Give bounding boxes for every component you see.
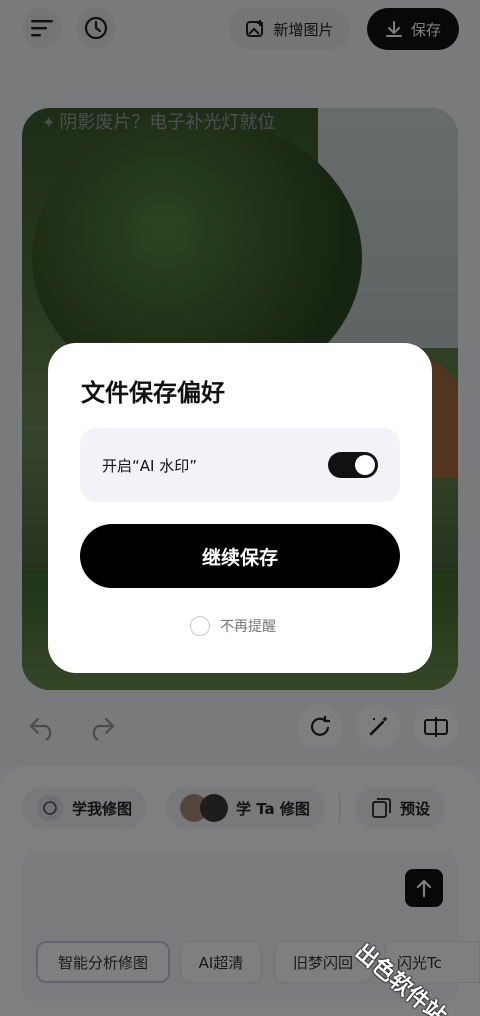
no-remind-label: 不再提醒 [220,619,276,635]
watermark-toggle[interactable] [328,452,378,478]
watermark-setting-row: 开启“AI 水印” [80,428,400,502]
no-remind-radio[interactable] [190,616,210,636]
toggle-knob [355,455,375,475]
save-preference-dialog: 文件保存偏好 开启“AI 水印” 继续保存 不再提醒 [48,343,432,673]
watermark-setting-label: 开启“AI 水印” [102,457,197,475]
no-remind-option[interactable]: 不再提醒 [190,614,276,638]
continue-save-button[interactable]: 继续保存 [80,524,400,588]
dialog-title: 文件保存偏好 [81,379,225,407]
